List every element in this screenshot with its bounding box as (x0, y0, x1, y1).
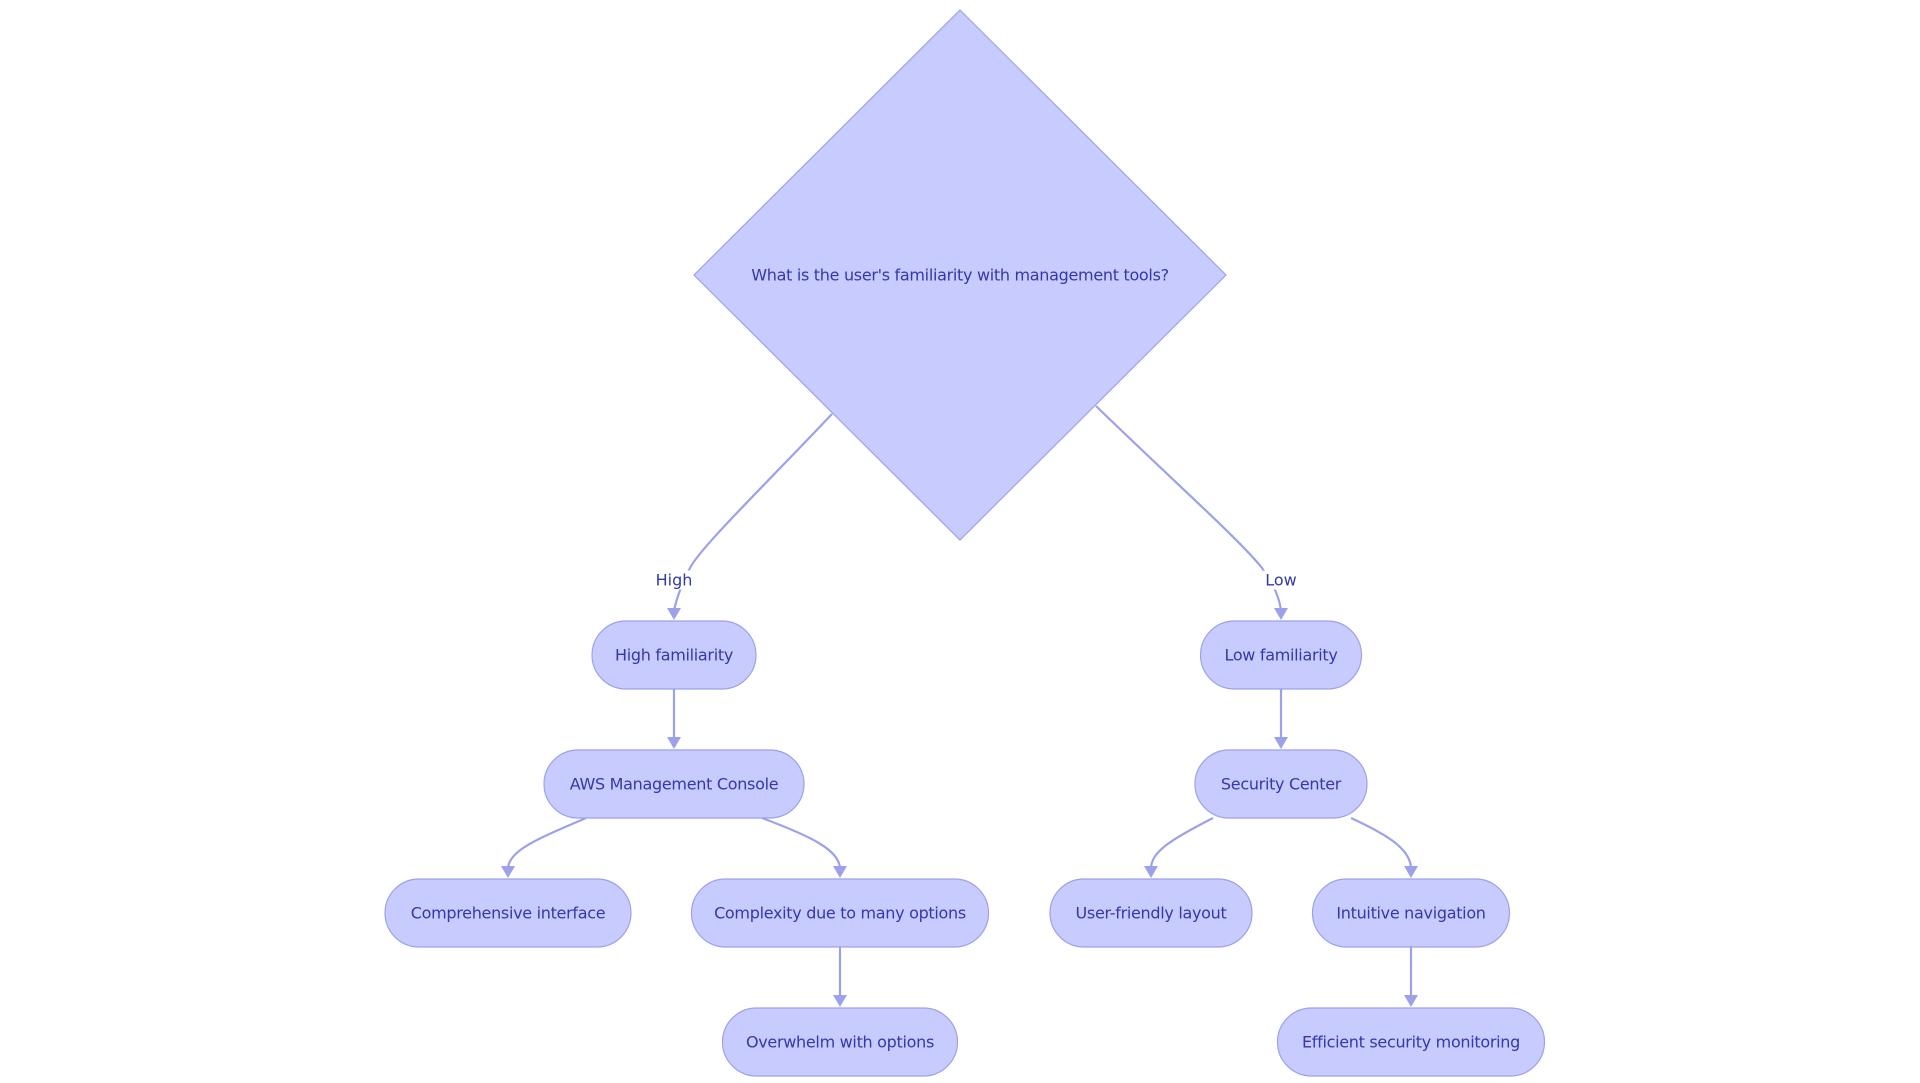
node-label: High familiarity (615, 646, 733, 665)
node-label: User-friendly layout (1076, 904, 1227, 923)
edge-label-low: Low (1265, 571, 1297, 590)
arrowhead-icon (501, 866, 515, 878)
node-label: Overwhelm with options (746, 1033, 934, 1052)
node-cplx[interactable]: Complexity due to many options (690, 878, 990, 948)
node-label: Intuitive navigation (1336, 904, 1485, 923)
edge-q-high (672, 413, 833, 612)
decision-node[interactable]: What is the user's familiarity with mana… (693, 9, 1227, 541)
node-label: Comprehensive interface (411, 904, 606, 923)
arrowhead-icon (833, 995, 847, 1007)
node-label: Complexity due to many options (714, 904, 966, 923)
edge-sec-ufl (1149, 817, 1214, 870)
edge-q-low (1095, 405, 1283, 612)
arrowhead-icon (1274, 737, 1288, 749)
decision-node-label: What is the user's familiarity with mana… (751, 266, 1169, 285)
node-over[interactable]: Overwhelm with options (721, 1007, 959, 1077)
node-label: Efficient security monitoring (1302, 1033, 1520, 1052)
nodes-layer: What is the user's familiarity with mana… (384, 9, 1546, 1077)
node-comp[interactable]: Comprehensive interface (384, 878, 632, 948)
arrowhead-icon (667, 608, 681, 620)
arrowhead-icon (1144, 866, 1158, 878)
node-intu[interactable]: Intuitive navigation (1311, 878, 1511, 948)
node-label: Security Center (1221, 775, 1342, 794)
node-aws[interactable]: AWS Management Console (543, 749, 805, 819)
arrowhead-icon (1404, 866, 1418, 878)
node-label: Low familiarity (1224, 646, 1337, 665)
arrowhead-icon (833, 866, 847, 878)
arrowhead-icon (1274, 608, 1288, 620)
node-eff[interactable]: Efficient security monitoring (1276, 1007, 1546, 1077)
edge-aws-cplx (761, 816, 842, 870)
node-low[interactable]: Low familiarity (1199, 620, 1363, 690)
arrowhead-icon (667, 737, 681, 749)
node-sec[interactable]: Security Center (1194, 749, 1368, 819)
edge-label-high: High (656, 571, 693, 590)
node-ufl[interactable]: User-friendly layout (1049, 878, 1253, 948)
node-label: AWS Management Console (570, 775, 779, 794)
node-high[interactable]: High familiarity (591, 620, 757, 690)
edge-aws-comp (506, 816, 587, 870)
flowchart-canvas: What is the user's familiarity with mana… (384, 9, 1546, 1077)
edge-labels-layer: High Low (653, 570, 1299, 590)
edge-sec-intu (1350, 817, 1413, 870)
arrowhead-icon (1404, 995, 1418, 1007)
